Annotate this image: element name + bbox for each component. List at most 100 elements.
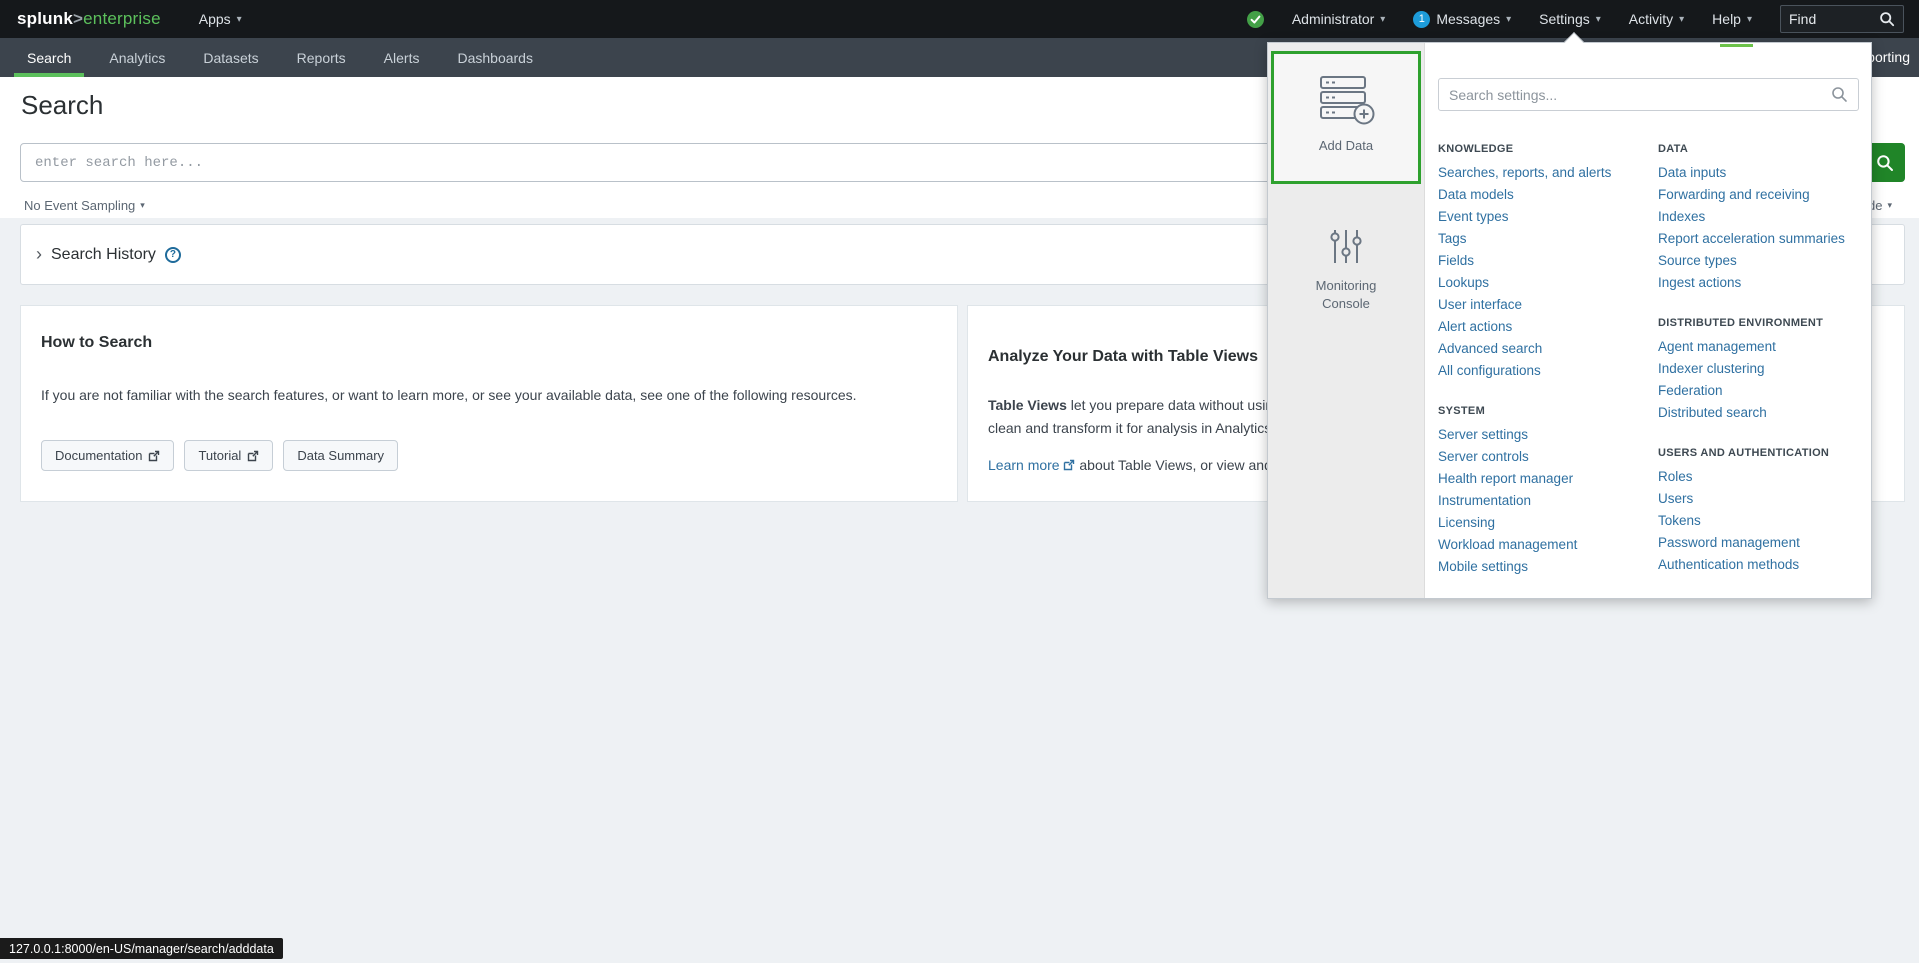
tutorial-button[interactable]: Tutorial [184, 440, 274, 471]
menu-link-workload-management[interactable]: Workload management [1438, 534, 1650, 556]
page-title: Search [21, 90, 104, 120]
group-header: KNOWLEDGE [1438, 143, 1514, 155]
menu-link-mobile-settings[interactable]: Mobile settings [1438, 556, 1650, 578]
add-data-icon [1320, 76, 1375, 125]
menu-link-authentication-methods[interactable]: Authentication methods [1658, 554, 1868, 576]
menu-link-health-report-manager[interactable]: Health report manager [1438, 468, 1650, 490]
apps-menu-label: Apps [198, 11, 231, 27]
administrator-menu-label: Administrator [1291, 11, 1375, 27]
menu-link-all-configurations[interactable]: All configurations [1438, 360, 1650, 382]
tab-analytics[interactable]: Analytics [96, 38, 178, 77]
menu-link-licensing[interactable]: Licensing [1438, 512, 1650, 534]
logo-splunk-text: splunk [17, 9, 73, 28]
tab-label: Alerts [383, 49, 420, 66]
activity-menu-label: Activity [1628, 11, 1674, 27]
menu-link-tags[interactable]: Tags [1438, 228, 1650, 250]
caret-down-icon: ▾ [236, 13, 242, 25]
menu-link-forwarding-receiving[interactable]: Forwarding and receiving [1658, 184, 1868, 206]
apps-menu[interactable]: Apps ▾ [199, 11, 242, 27]
add-data-tile[interactable]: Add Data [1271, 51, 1421, 184]
monitoring-console-icon [1330, 230, 1362, 263]
group-header: DATA [1658, 143, 1689, 155]
menu-link-instrumentation[interactable]: Instrumentation [1438, 490, 1650, 512]
menu-link-searches-reports-alerts[interactable]: Searches, reports, and alerts [1438, 162, 1650, 184]
messages-menu[interactable]: 1 Messages ▾ [1413, 10, 1512, 28]
system-group: SYSTEM Server settings Server controls H… [1438, 405, 1650, 578]
tab-search[interactable]: Search [14, 38, 85, 77]
health-check-icon[interactable] [1246, 10, 1264, 28]
status-url-tooltip: 127.0.0.1:8000/en-US/manager/search/addd… [0, 938, 283, 959]
event-sampling-label: No Event Sampling [24, 198, 136, 213]
find-box [1780, 5, 1904, 33]
menu-link-advanced-search[interactable]: Advanced search [1438, 338, 1650, 360]
menu-link-user-interface[interactable]: User interface [1438, 294, 1650, 316]
green-indicator-strip [1720, 44, 1753, 47]
caret-down-icon: ▾ [1380, 13, 1386, 25]
settings-menu[interactable]: Settings ▾ [1539, 11, 1601, 27]
help-button-row: Documentation Tutorial Data Summary [41, 440, 399, 471]
monitoring-console-tile[interactable]: Monitoring Console [1271, 201, 1421, 321]
caret-down-icon: ▾ [1595, 13, 1601, 25]
settings-dropdown: Add Data Monitoring Console Search setti… [1267, 32, 1872, 601]
messages-count-badge: 1 [1413, 10, 1431, 28]
help-icon[interactable]: ? [164, 246, 181, 263]
group-header: USERS AND AUTHENTICATION [1658, 447, 1830, 459]
settings-column-1: KNOWLEDGE Searches, reports, and alerts … [1438, 143, 1650, 601]
help-menu[interactable]: Help ▾ [1712, 11, 1752, 27]
splunk-logo[interactable]: splunk>enterprise [17, 9, 161, 29]
menu-link-users[interactable]: Users [1658, 488, 1868, 510]
external-link-icon [248, 450, 259, 461]
tab-label: Reports [296, 49, 346, 66]
external-link-icon [149, 450, 160, 461]
menu-link-fields[interactable]: Fields [1438, 250, 1650, 272]
menu-link-alert-actions[interactable]: Alert actions [1438, 316, 1650, 338]
caret-down-icon: ▾ [1506, 13, 1512, 25]
menu-link-password-management[interactable]: Password management [1658, 532, 1868, 554]
menu-link-federation[interactable]: Federation [1658, 380, 1868, 402]
caret-down-icon: ▾ [1679, 13, 1685, 25]
menu-link-agent-management[interactable]: Agent management [1658, 336, 1868, 358]
tab-datasets[interactable]: Datasets [190, 38, 271, 77]
group-header: SYSTEM [1438, 405, 1486, 417]
menu-link-server-controls[interactable]: Server controls [1438, 446, 1650, 468]
menu-link-tokens[interactable]: Tokens [1658, 510, 1868, 532]
menu-link-report-acceleration-summaries[interactable]: Report acceleration summaries [1658, 228, 1868, 250]
menu-link-source-types[interactable]: Source types [1658, 250, 1868, 272]
menu-link-roles[interactable]: Roles [1658, 466, 1868, 488]
data-summary-button[interactable]: Data Summary [283, 440, 399, 471]
menu-link-ingest-actions[interactable]: Ingest actions [1658, 272, 1868, 294]
activity-menu[interactable]: Activity ▾ [1629, 11, 1684, 27]
event-sampling-dropdown[interactable]: No Event Sampling ▾ [24, 198, 145, 213]
find-input[interactable] [1789, 11, 1879, 27]
menu-link-data-models[interactable]: Data models [1438, 184, 1650, 206]
administrator-menu[interactable]: Administrator ▾ [1292, 11, 1386, 27]
menu-link-data-inputs[interactable]: Data inputs [1658, 162, 1868, 184]
menu-link-event-types[interactable]: Event types [1438, 206, 1650, 228]
top-navbar-right: Administrator ▾ 1 Messages ▾ Settings ▾ … [1246, 5, 1904, 33]
tab-dashboards[interactable]: Dashboards [444, 38, 546, 77]
settings-search-box [1438, 78, 1859, 111]
search-history-toggle[interactable]: › Search History ? [36, 245, 181, 264]
tab-alerts[interactable]: Alerts [371, 38, 433, 77]
group-header: DISTRIBUTED ENVIRONMENT [1658, 317, 1824, 329]
menu-link-distributed-search[interactable]: Distributed search [1658, 402, 1868, 424]
tab-reports[interactable]: Reports [284, 38, 359, 77]
menu-link-lookups[interactable]: Lookups [1438, 272, 1650, 294]
splunk-page: splunk>enterprise Apps ▾ Administrator ▾… [0, 0, 1919, 963]
status-url-text: 127.0.0.1:8000/en-US/manager/search/addd… [9, 941, 274, 956]
settings-tile-column: Add Data Monitoring Console [1268, 43, 1425, 598]
top-navbar: splunk>enterprise Apps ▾ Administrator ▾… [0, 0, 1919, 38]
settings-search-input[interactable] [1449, 86, 1831, 103]
menu-link-indexes[interactable]: Indexes [1658, 206, 1868, 228]
documentation-button[interactable]: Documentation [41, 440, 175, 471]
search-icon[interactable] [1879, 11, 1895, 27]
table-views-bold: Table Views [988, 397, 1067, 413]
menu-link-server-settings[interactable]: Server settings [1438, 424, 1650, 446]
knowledge-group: KNOWLEDGE Searches, reports, and alerts … [1438, 143, 1650, 382]
messages-menu-label: Messages [1436, 11, 1501, 27]
learn-more-link[interactable]: Learn more [988, 457, 1060, 473]
button-label: Documentation [55, 448, 143, 463]
panel-body-text: If you are not familiar with the search … [41, 387, 857, 403]
search-icon [1877, 154, 1893, 171]
menu-link-indexer-clustering[interactable]: Indexer clustering [1658, 358, 1868, 380]
